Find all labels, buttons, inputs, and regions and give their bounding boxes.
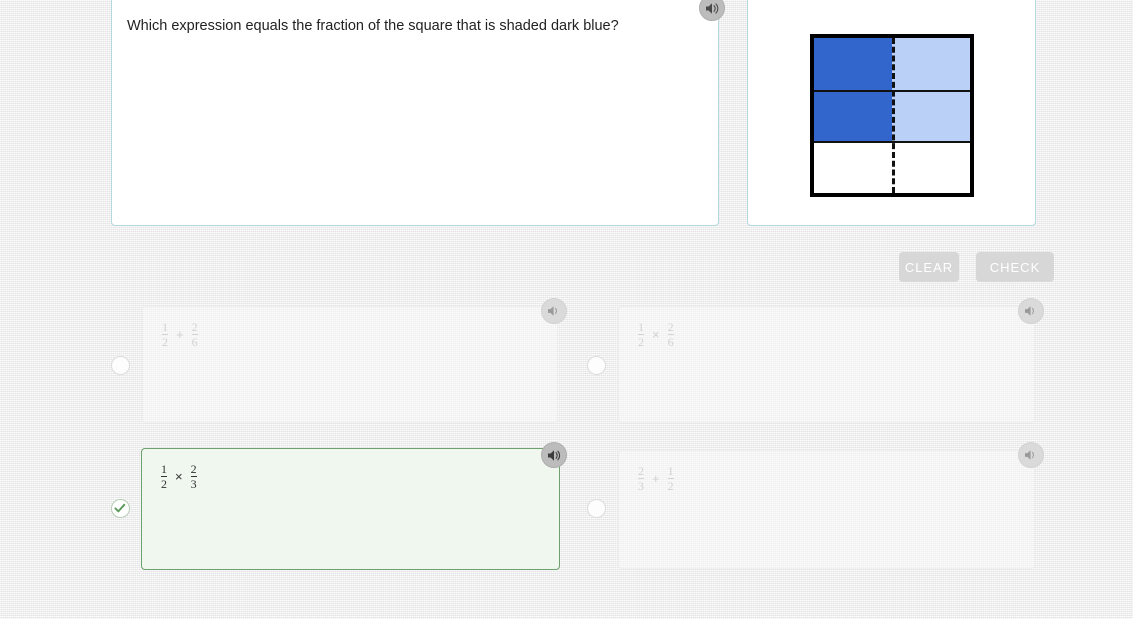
fraction-a-right: 2 6 [191, 321, 199, 348]
fraction-d-right: 1 2 [667, 465, 675, 492]
square-cell-r1c2 [892, 38, 970, 90]
operator-c: × [175, 469, 183, 484]
fraction-denominator: 2 [638, 334, 644, 349]
operator-d: + [652, 471, 660, 486]
fraction-b-right: 2 6 [667, 321, 675, 348]
fraction-numerator: 1 [162, 320, 168, 334]
checkmark-icon-option-c[interactable] [111, 499, 130, 518]
question-card: Which expression equals the fraction of … [111, 0, 719, 226]
option-card-a[interactable]: 1 2 + 2 6 [142, 306, 558, 423]
fraction-a-left: 1 2 [161, 321, 169, 348]
fraction-numerator: 1 [638, 320, 644, 334]
square-cell-r3c1 [814, 141, 892, 193]
fraction-numerator: 2 [191, 320, 198, 334]
fraction-numerator: 2 [638, 464, 644, 478]
fraction-denominator: 2 [161, 476, 167, 491]
fraction-c-right: 2 3 [190, 463, 198, 490]
shaded-square-diagram [810, 34, 974, 197]
operator-a: + [176, 327, 184, 342]
radio-button-d[interactable] [587, 499, 606, 518]
speaker-icon-option-d[interactable] [1018, 442, 1044, 468]
speaker-icon-option-a[interactable] [541, 298, 567, 324]
option-card-c[interactable]: 1 2 × 2 3 [141, 448, 560, 570]
fraction-denominator: 3 [190, 476, 197, 491]
option-b-expression: 1 2 × 2 6 [637, 321, 675, 348]
speaker-icon-option-b[interactable] [1018, 298, 1044, 324]
option-a-expression: 1 2 + 2 6 [161, 321, 199, 348]
option-card-b[interactable]: 1 2 × 2 6 [618, 306, 1035, 423]
fraction-d-left: 2 3 [637, 465, 645, 492]
square-cell-r2c1 [814, 89, 892, 142]
fraction-b-left: 1 2 [637, 321, 645, 348]
speaker-icon-question[interactable] [699, 0, 725, 21]
operator-b: × [652, 327, 660, 342]
figure-card [747, 0, 1036, 226]
fraction-denominator: 3 [638, 478, 644, 493]
square-cell-r2c2 [892, 89, 970, 142]
question-text: Which expression equals the fraction of … [127, 18, 619, 34]
fraction-numerator: 2 [190, 462, 197, 476]
fraction-denominator: 2 [667, 478, 674, 493]
radio-button-b[interactable] [587, 356, 606, 375]
option-c-expression: 1 2 × 2 3 [160, 463, 198, 490]
option-d-expression: 2 3 + 1 2 [637, 465, 675, 492]
fraction-numerator: 1 [667, 464, 674, 478]
fraction-denominator: 6 [667, 334, 674, 349]
speaker-icon-option-c[interactable] [541, 442, 567, 468]
check-button[interactable]: CHECK [976, 252, 1054, 282]
radio-button-a[interactable] [111, 356, 130, 375]
action-button-row: CLEAR CHECK [899, 252, 1054, 282]
square-cell-r3c2 [892, 141, 970, 193]
square-vertical-dashed-divider [892, 38, 895, 193]
fraction-numerator: 2 [667, 320, 674, 334]
fraction-c-left: 1 2 [160, 463, 168, 490]
fraction-denominator: 6 [191, 334, 198, 349]
fraction-denominator: 2 [162, 334, 168, 349]
clear-button[interactable]: CLEAR [899, 252, 959, 282]
square-cell-r1c1 [814, 38, 892, 90]
option-card-d[interactable]: 2 3 + 1 2 [618, 450, 1035, 569]
fraction-numerator: 1 [161, 462, 167, 476]
